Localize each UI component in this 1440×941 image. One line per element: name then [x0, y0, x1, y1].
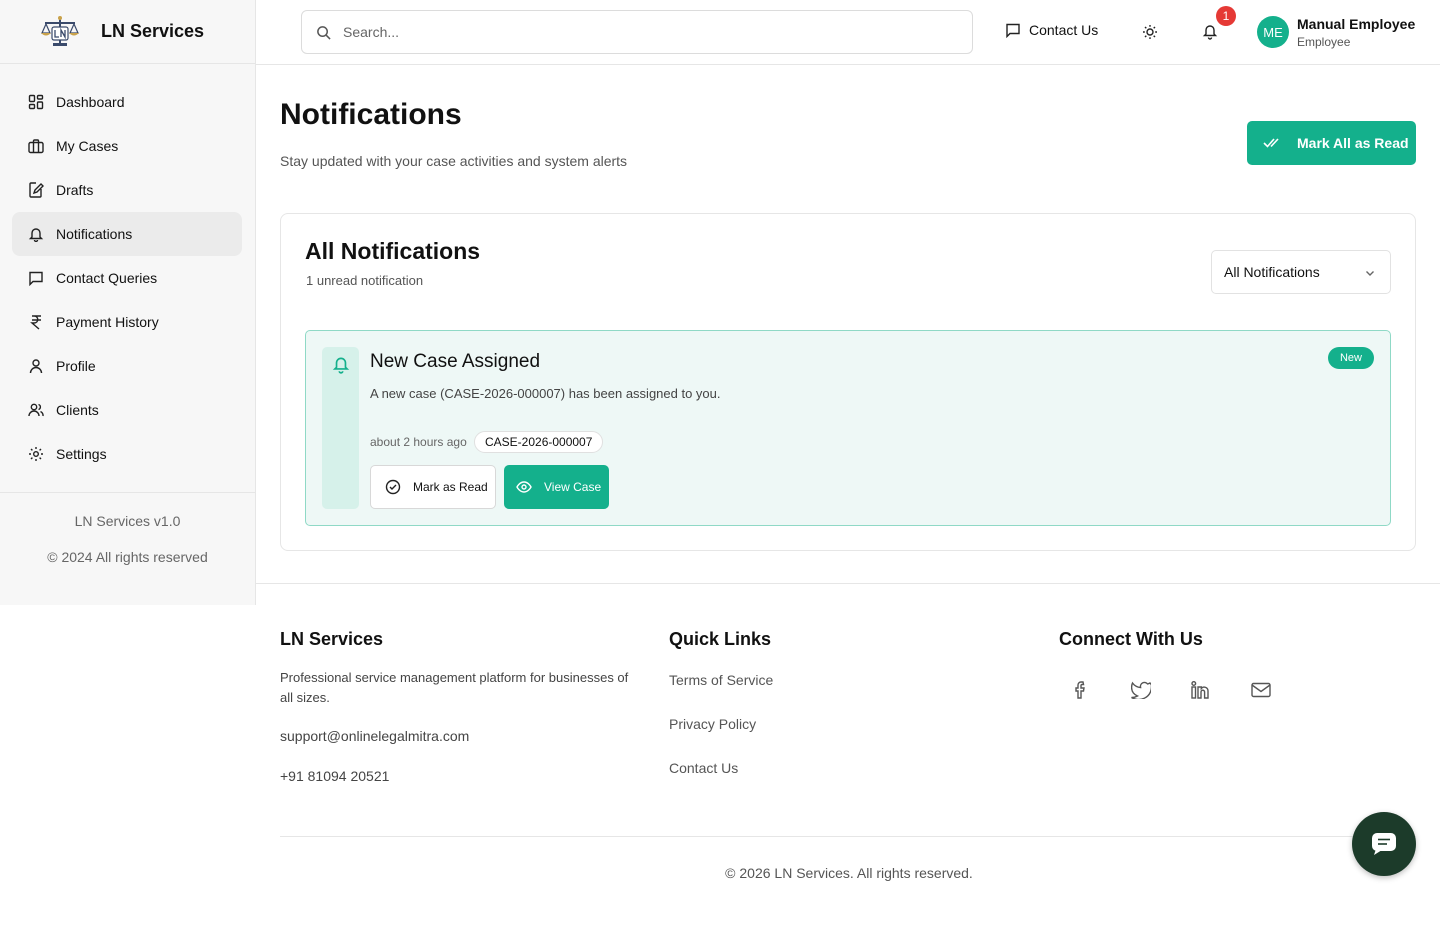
- scales-logo-icon: [40, 15, 80, 49]
- notifications-card: All Notifications 1 unread notification …: [280, 213, 1416, 551]
- connect-title: Connect With Us: [1059, 629, 1203, 649]
- page-footer: LN Services Professional service managem…: [256, 583, 1440, 941]
- top-header: Contact Us 1 ME Manual Employee Employee: [256, 0, 1440, 65]
- mark-as-read-label: Mark as Read: [413, 480, 488, 494]
- check-circle-icon: [385, 479, 413, 495]
- gear-icon: [28, 446, 44, 462]
- footer-contact-us-link[interactable]: Contact Us: [669, 760, 738, 776]
- user-name[interactable]: Manual Employee: [1297, 16, 1415, 32]
- footer-phone[interactable]: +91 81094 20521: [280, 768, 389, 784]
- unread-count-text: 1 unread notification: [306, 273, 424, 288]
- sidebar-item-drafts[interactable]: Drafts: [12, 168, 242, 212]
- notifications-bell-icon[interactable]: [1202, 23, 1218, 40]
- sidebar-item-profile[interactable]: Profile: [12, 344, 242, 388]
- sidebar-item-label: Clients: [56, 402, 99, 418]
- sidebar-item-label: Settings: [56, 446, 107, 462]
- sidebar-item-label: Contact Queries: [56, 270, 158, 286]
- contact-us-button[interactable]: Contact Us: [1005, 22, 1098, 38]
- facebook-icon[interactable]: [1073, 681, 1089, 699]
- briefcase-icon: [28, 138, 44, 154]
- bell-icon: [28, 226, 44, 242]
- sidebar-nav: Dashboard My Cases Drafts Notifications …: [0, 64, 255, 476]
- new-badge: New: [1328, 347, 1374, 369]
- app-version: LN Services v1.0: [74, 513, 181, 529]
- sidebar-item-clients[interactable]: Clients: [12, 388, 242, 432]
- privacy-policy-link[interactable]: Privacy Policy: [669, 716, 756, 732]
- card-title: All Notifications: [305, 238, 481, 264]
- search-input[interactable]: [343, 24, 943, 40]
- notification-time: about 2 hours ago: [370, 435, 467, 449]
- sidebar-item-notifications[interactable]: Notifications: [12, 212, 242, 256]
- linkedin-icon[interactable]: [1191, 681, 1209, 699]
- sidebar-item-label: Profile: [56, 358, 96, 374]
- user-role: Employee: [1297, 35, 1351, 49]
- view-case-label: View Case: [544, 480, 602, 494]
- eye-icon: [516, 479, 544, 495]
- terms-of-service-link[interactable]: Terms of Service: [669, 672, 773, 688]
- sidebar-item-label: My Cases: [56, 138, 119, 154]
- sidebar-item-label: Dashboard: [56, 94, 125, 110]
- case-id-chip: CASE-2026-000007: [474, 431, 604, 453]
- sidebar-footer: LN Services v1.0 © 2024 All rights reser…: [0, 492, 255, 565]
- bell-icon: [332, 355, 350, 509]
- notification-count-badge: 1: [1216, 6, 1236, 26]
- chat-bubble-icon: [1371, 832, 1397, 856]
- mark-as-read-button[interactable]: Mark as Read: [370, 465, 496, 509]
- notification-message: A new case (CASE-2026-000007) has been a…: [370, 386, 721, 401]
- sidebar-item-my-cases[interactable]: My Cases: [12, 124, 242, 168]
- sidebar-item-payment-history[interactable]: Payment History: [12, 300, 242, 344]
- sidebar-item-label: Notifications: [56, 226, 133, 242]
- sidebar-item-label: Drafts: [56, 182, 94, 198]
- notification-icon-bar: [322, 347, 359, 509]
- footer-description: Professional service management platform…: [280, 670, 629, 705]
- message-icon: [28, 270, 44, 286]
- rupee-icon: [28, 314, 44, 330]
- notification-item[interactable]: New Case Assigned A new case (CASE-2026-…: [305, 330, 1391, 526]
- mark-all-as-read-button[interactable]: Mark All as Read: [1247, 121, 1416, 165]
- message-icon: [1005, 22, 1029, 38]
- avatar[interactable]: ME: [1257, 16, 1289, 48]
- user-icon: [28, 358, 44, 374]
- quick-links-title: Quick Links: [669, 629, 772, 649]
- double-check-icon: [1263, 136, 1297, 150]
- footer-brand-title: LN Services: [280, 629, 384, 649]
- footer-copyright: © 2026 LN Services. All rights reserved.: [725, 865, 973, 881]
- notification-filter-select[interactable]: All Notifications: [1211, 250, 1391, 294]
- dashboard-icon: [28, 94, 44, 110]
- sidebar-copyright: © 2024 All rights reserved: [47, 549, 208, 565]
- theme-toggle-sun-icon[interactable]: [1142, 24, 1158, 40]
- search-box[interactable]: [301, 10, 973, 54]
- edit-file-icon: [28, 182, 44, 198]
- brand[interactable]: LN Services: [0, 0, 255, 64]
- view-case-button[interactable]: View Case: [504, 465, 609, 509]
- sidebar-item-contact-queries[interactable]: Contact Queries: [12, 256, 242, 300]
- sidebar-item-settings[interactable]: Settings: [12, 432, 242, 476]
- search-icon: [316, 25, 331, 40]
- footer-divider: [280, 836, 1416, 837]
- mail-icon[interactable]: [1251, 681, 1271, 699]
- contact-us-label: Contact Us: [1029, 22, 1099, 38]
- sidebar: LN Services Dashboard My Cases Drafts No…: [0, 0, 256, 605]
- mark-all-label: Mark All as Read: [1297, 135, 1409, 151]
- chat-button[interactable]: [1352, 812, 1416, 876]
- sidebar-item-dashboard[interactable]: Dashboard: [12, 80, 242, 124]
- brand-name: LN Services: [101, 21, 205, 41]
- sidebar-item-label: Payment History: [56, 314, 159, 330]
- notification-title: New Case Assigned: [370, 351, 541, 372]
- users-icon: [28, 402, 44, 418]
- filter-selected-value: All Notifications: [1224, 264, 1320, 280]
- twitter-icon[interactable]: [1131, 681, 1151, 699]
- page-subtitle: Stay updated with your case activities a…: [280, 153, 628, 169]
- page-title: Notifications: [280, 98, 462, 131]
- footer-email[interactable]: support@onlinelegalmitra.com: [280, 728, 469, 744]
